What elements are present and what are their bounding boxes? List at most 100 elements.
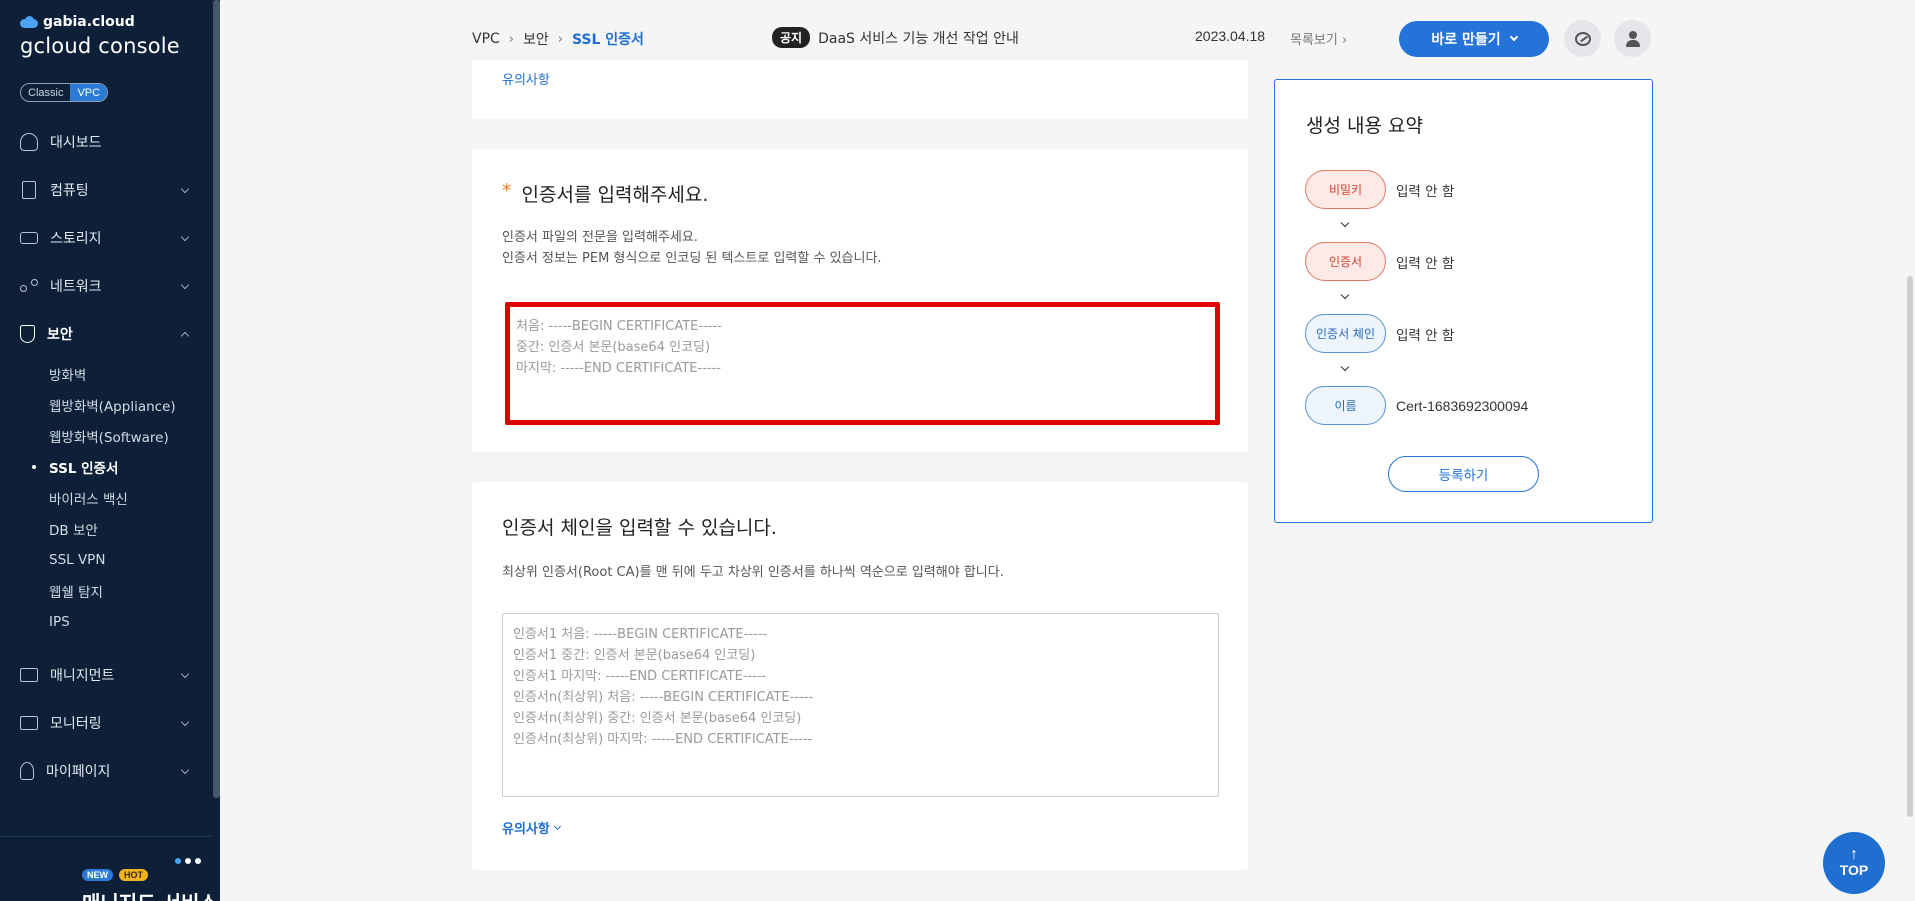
breadcrumb-security[interactable]: 보안 [523, 29, 549, 49]
chevron-down-icon [553, 822, 561, 830]
step-value: 입력 안 함 [1396, 183, 1455, 200]
chevron-up-icon [180, 331, 190, 341]
certificate-panel: * 인증서를 입력해주세요. 인증서 파일의 전문을 입력해주세요. 인증서 정… [472, 149, 1248, 452]
chevron-down-icon [1340, 218, 1350, 228]
sidebar-item-label: 컴퓨팅 [50, 183, 89, 199]
monitoring-icon [20, 716, 38, 730]
step-value: 입력 안 함 [1396, 255, 1455, 272]
register-button[interactable]: 등록하기 [1388, 456, 1539, 492]
private-key-panel: 유의사항 [472, 60, 1248, 119]
chevron-down-icon [180, 280, 190, 290]
notice-list-link[interactable]: 목록보기 › [1290, 29, 1347, 48]
chat-button[interactable] [1564, 20, 1601, 57]
new-badge: NEW [82, 869, 113, 881]
summary-step-private-key: 비밀키 입력 안 함 [1305, 170, 1454, 209]
required-mark: * [502, 180, 512, 202]
chevron-down-icon [1509, 32, 1518, 42]
summary-step-name: 이름 Cert-1683692300094 [1305, 386, 1528, 425]
brand-main-text: gcloud console [20, 34, 180, 58]
sidebar-item-management[interactable]: 매니지먼트 [0, 651, 212, 699]
creation-summary: 생성 내용 요약 비밀키 입력 안 함 인증서 입력 안 함 인증서 체인 입력… [1274, 79, 1653, 523]
chevron-down-icon [180, 765, 190, 775]
sidebar-item-label: 보안 [47, 327, 73, 343]
certificate-description: 인증서 파일의 전문을 입력해주세요. 인증서 정보는 PEM 형식으로 인코딩… [502, 230, 882, 266]
cloud-icon [20, 16, 38, 28]
mode-toggle: Classic VPC [20, 83, 109, 102]
breadcrumb-separator: › [508, 31, 514, 47]
sidebar-item-computing[interactable]: 컴퓨팅 [0, 166, 212, 214]
breadcrumb-separator: › [557, 31, 563, 47]
account-button[interactable] [1614, 20, 1651, 57]
network-icon [20, 277, 38, 295]
subnav-ips[interactable]: IPS [49, 606, 212, 637]
certificate-input[interactable] [505, 302, 1220, 425]
promo-banner[interactable]: NEW HOT 매니지드 서비스 [0, 836, 218, 901]
breadcrumb-current: SSL 인증서 [571, 32, 644, 48]
subnav-ssl-certificate[interactable]: SSL 인증서 [32, 451, 212, 482]
step-pill: 이름 [1305, 386, 1386, 425]
sidebar-item-storage[interactable]: 스토리지 [0, 214, 212, 262]
sidebar-item-label: 모니터링 [50, 716, 102, 732]
subnav-webshell-detection[interactable]: 웹쉘 탐지 [49, 575, 212, 606]
scroll-top-button[interactable]: ↑ TOP [1823, 832, 1885, 894]
quick-create-button[interactable]: 바로 만들기 [1399, 21, 1549, 57]
step-value: 입력 안 함 [1396, 327, 1455, 344]
sidebar-item-label: 스토리지 [50, 231, 102, 247]
sidebar-nav: 대시보드 컴퓨팅 스토리지 네트워크 보안 방화벽 웹방화벽(Appliance… [0, 118, 212, 795]
chevron-down-icon [180, 717, 190, 727]
subnav-waf-software[interactable]: 웹방화벽(Software) [49, 420, 212, 451]
summary-step-chain: 인증서 체인 입력 안 함 [1305, 314, 1454, 353]
certificate-title: * 인증서를 입력해주세요. [502, 180, 709, 206]
computing-icon [22, 181, 36, 199]
sidebar-item-label: 마이페이지 [46, 764, 111, 780]
notice-banner[interactable]: 공지 DaaS 서비스 기능 개선 작업 안내 [772, 27, 1019, 48]
shield-icon [20, 325, 35, 343]
sidebar-item-monitoring[interactable]: 모니터링 [0, 699, 212, 747]
step-value: Cert-1683692300094 [1396, 397, 1529, 414]
chain-title: 인증서 체인을 입력할 수 있습니다. [502, 517, 777, 539]
notes-toggle[interactable]: 유의사항 [502, 818, 561, 837]
sidebar-item-security[interactable]: 보안 [0, 310, 212, 358]
breadcrumb: VPC › 보안 › SSL 인증서 [472, 29, 644, 49]
sidebar-item-dashboard[interactable]: 대시보드 [0, 118, 212, 166]
chevron-down-icon [180, 232, 190, 242]
sidebar-scrollbar[interactable] [213, 0, 220, 798]
step-pill: 인증서 [1305, 242, 1386, 281]
sidebar-item-label: 매니지먼트 [50, 668, 115, 684]
page-scrollbar[interactable] [1907, 276, 1913, 817]
sidebar: gabia.cloud gcloud console Classic VPC 대… [0, 0, 220, 901]
subnav-waf-appliance[interactable]: 웹방화벽(Appliance) [49, 389, 212, 420]
step-pill: 비밀키 [1305, 170, 1386, 209]
notes-link-top[interactable]: 유의사항 [502, 69, 550, 88]
promo-text: 매니지드 서비스 [82, 887, 218, 901]
brand-logo[interactable]: gabia.cloud gcloud console [20, 14, 180, 58]
chevron-down-icon [180, 669, 190, 679]
sidebar-item-network[interactable]: 네트워크 [0, 262, 212, 310]
subnav-db-security[interactable]: DB 보안 [49, 513, 212, 544]
chevron-down-icon [1340, 362, 1350, 372]
security-subnav: 방화벽 웹방화벽(Appliance) 웹방화벽(Software) SSL 인… [0, 358, 212, 637]
certificate-chain-input[interactable] [502, 613, 1219, 797]
subnav-ssl-vpn[interactable]: SSL VPN [49, 544, 212, 575]
notice-badge: 공지 [772, 27, 811, 48]
carousel-dots[interactable] [175, 858, 201, 864]
chat-icon [1574, 31, 1591, 46]
step-pill: 인증서 체인 [1305, 314, 1386, 353]
mode-vpc-button[interactable]: VPC [70, 84, 108, 101]
sidebar-item-label: 네트워크 [50, 279, 102, 295]
mode-classic-button[interactable]: Classic [21, 84, 70, 101]
brand-top-text: gabia.cloud [43, 14, 135, 30]
user-icon [1624, 30, 1642, 48]
sidebar-item-mypage[interactable]: 마이페이지 [0, 747, 212, 795]
storage-icon [20, 232, 38, 244]
sidebar-item-label: 대시보드 [50, 135, 102, 151]
arrow-up-icon: ↑ [1850, 846, 1858, 863]
dashboard-icon [20, 133, 38, 151]
notice-text[interactable]: DaaS 서비스 기능 개선 작업 안내 [818, 28, 1019, 48]
subnav-firewall[interactable]: 방화벽 [49, 358, 212, 389]
hot-badge: HOT [119, 869, 148, 881]
subnav-antivirus[interactable]: 바이러스 백신 [49, 482, 212, 513]
chain-description: 최상위 인증서(Root CA)를 맨 뒤에 두고 차상위 인증서를 하나씩 역… [502, 565, 1004, 580]
chevron-down-icon [180, 184, 190, 194]
breadcrumb-vpc[interactable]: VPC [472, 31, 500, 47]
